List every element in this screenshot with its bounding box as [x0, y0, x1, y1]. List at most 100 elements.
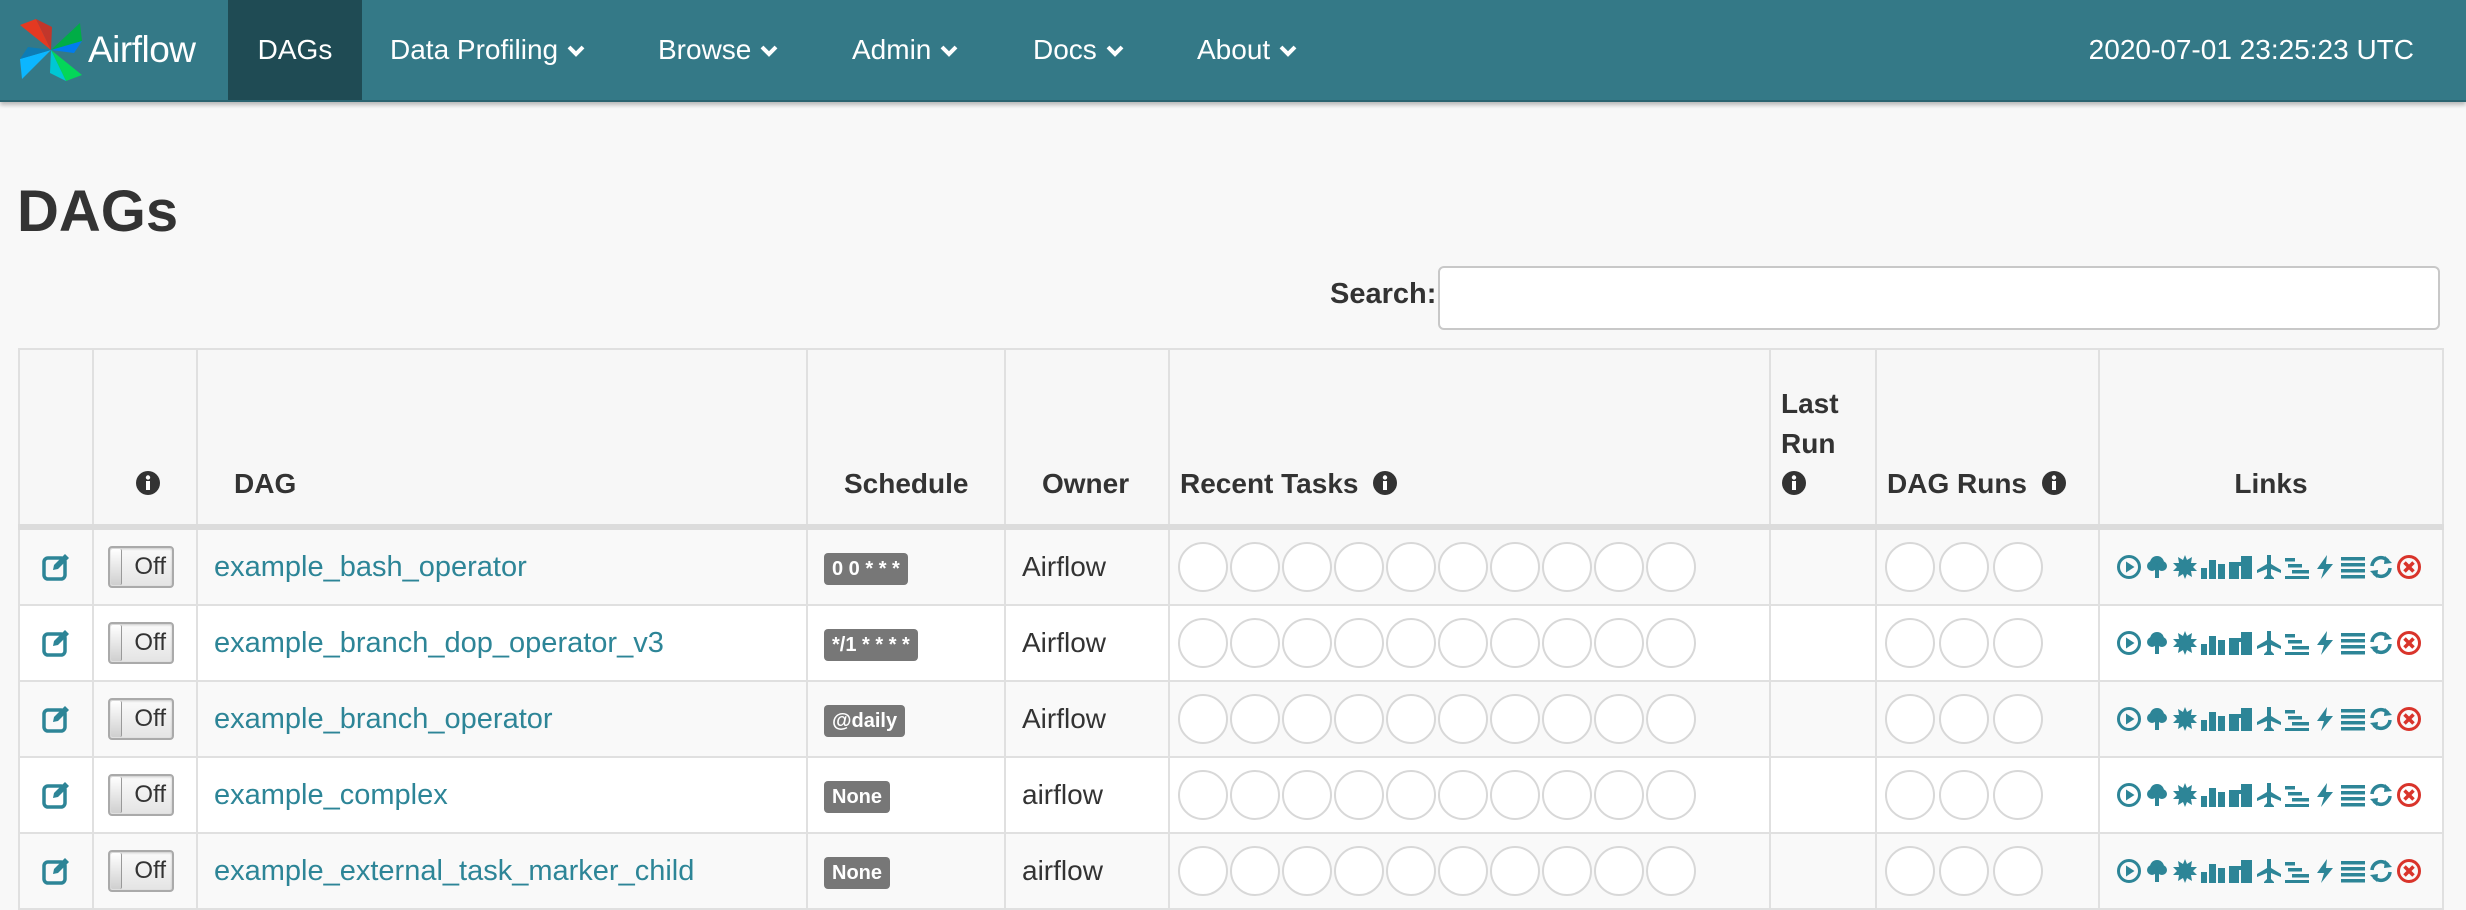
task-tries-icon[interactable]: [2228, 706, 2254, 732]
dag-run-status-circle[interactable]: [1885, 770, 1935, 820]
gantt-icon[interactable]: [2284, 630, 2310, 656]
logs-icon[interactable]: [2340, 706, 2366, 732]
nav-admin[interactable]: Admin: [852, 0, 959, 100]
dag-link[interactable]: example_bash_operator: [198, 551, 527, 583]
task-status-circle[interactable]: [1282, 618, 1332, 668]
task-status-circle[interactable]: [1594, 846, 1644, 896]
schedule-badge[interactable]: None: [824, 780, 890, 813]
task-tries-icon[interactable]: [2228, 782, 2254, 808]
delete-icon[interactable]: [2396, 706, 2422, 732]
schedule-badge[interactable]: None: [824, 856, 890, 889]
task-status-circle[interactable]: [1334, 770, 1384, 820]
nav-dags[interactable]: DAGs: [228, 0, 362, 100]
tree-view-icon[interactable]: [2144, 554, 2170, 580]
task-status-circle[interactable]: [1386, 770, 1436, 820]
task-status-circle[interactable]: [1386, 846, 1436, 896]
gantt-icon[interactable]: [2284, 782, 2310, 808]
task-status-circle[interactable]: [1282, 846, 1332, 896]
task-status-circle[interactable]: [1178, 618, 1228, 668]
dag-run-status-circle[interactable]: [1885, 694, 1935, 744]
graph-view-icon[interactable]: [2172, 706, 2198, 732]
task-status-circle[interactable]: [1542, 694, 1592, 744]
refresh-icon[interactable]: [2368, 706, 2394, 732]
task-status-circle[interactable]: [1438, 846, 1488, 896]
delete-icon[interactable]: [2396, 858, 2422, 884]
task-status-circle[interactable]: [1230, 770, 1280, 820]
task-status-circle[interactable]: [1490, 618, 1540, 668]
task-status-circle[interactable]: [1230, 694, 1280, 744]
logs-icon[interactable]: [2340, 630, 2366, 656]
task-status-circle[interactable]: [1646, 770, 1696, 820]
tasks-duration-icon[interactable]: [2200, 782, 2226, 808]
logs-icon[interactable]: [2340, 554, 2366, 580]
task-status-circle[interactable]: [1438, 542, 1488, 592]
tasks-duration-icon[interactable]: [2200, 706, 2226, 732]
task-tries-icon[interactable]: [2228, 554, 2254, 580]
dag-run-status-circle[interactable]: [1939, 694, 1989, 744]
logs-icon[interactable]: [2340, 858, 2366, 884]
task-status-circle[interactable]: [1646, 618, 1696, 668]
task-status-circle[interactable]: [1438, 694, 1488, 744]
col-dag-header[interactable]: DAG: [196, 348, 808, 530]
task-tries-icon[interactable]: [2228, 630, 2254, 656]
dag-pause-toggle[interactable]: Off: [108, 850, 174, 892]
dag-run-status-circle[interactable]: [1939, 618, 1989, 668]
graph-view-icon[interactable]: [2172, 630, 2198, 656]
schedule-badge[interactable]: @daily: [824, 704, 906, 737]
trigger-dag-icon[interactable]: [2116, 706, 2142, 732]
task-status-circle[interactable]: [1230, 846, 1280, 896]
task-status-circle[interactable]: [1438, 618, 1488, 668]
dag-link[interactable]: example_complex: [198, 779, 448, 811]
task-status-circle[interactable]: [1542, 770, 1592, 820]
dag-pause-toggle[interactable]: Off: [108, 622, 174, 664]
tasks-duration-icon[interactable]: [2200, 554, 2226, 580]
logs-icon[interactable]: [2340, 782, 2366, 808]
dag-pause-toggle[interactable]: Off: [108, 698, 174, 740]
tree-view-icon[interactable]: [2144, 630, 2170, 656]
task-status-circle[interactable]: [1386, 618, 1436, 668]
nav-data-profiling[interactable]: Data Profiling: [390, 0, 586, 100]
info-circle-icon[interactable]: [135, 470, 161, 496]
task-status-circle[interactable]: [1282, 542, 1332, 592]
task-status-circle[interactable]: [1334, 542, 1384, 592]
refresh-icon[interactable]: [2368, 554, 2394, 580]
code-view-icon[interactable]: [2312, 706, 2338, 732]
dag-run-status-circle[interactable]: [1939, 770, 1989, 820]
dag-run-status-circle[interactable]: [1993, 542, 2043, 592]
refresh-icon[interactable]: [2368, 630, 2394, 656]
task-status-circle[interactable]: [1230, 542, 1280, 592]
info-circle-icon[interactable]: [1781, 470, 1807, 496]
code-view-icon[interactable]: [2312, 554, 2338, 580]
landing-times-icon[interactable]: [2256, 630, 2282, 656]
task-status-circle[interactable]: [1490, 542, 1540, 592]
graph-view-icon[interactable]: [2172, 554, 2198, 580]
trigger-dag-icon[interactable]: [2116, 858, 2142, 884]
task-tries-icon[interactable]: [2228, 858, 2254, 884]
dag-run-status-circle[interactable]: [1939, 542, 1989, 592]
task-status-circle[interactable]: [1490, 770, 1540, 820]
edit-icon[interactable]: [41, 780, 71, 810]
info-circle-icon[interactable]: [2041, 470, 2067, 496]
schedule-badge[interactable]: 0 0 * * *: [824, 552, 908, 585]
col-owner-header[interactable]: Owner: [1004, 348, 1170, 530]
nav-docs[interactable]: Docs: [1033, 0, 1125, 100]
tasks-duration-icon[interactable]: [2200, 630, 2226, 656]
task-status-circle[interactable]: [1646, 846, 1696, 896]
dag-run-status-circle[interactable]: [1885, 618, 1935, 668]
landing-times-icon[interactable]: [2256, 858, 2282, 884]
task-status-circle[interactable]: [1178, 694, 1228, 744]
tasks-duration-icon[interactable]: [2200, 858, 2226, 884]
dag-run-status-circle[interactable]: [1993, 846, 2043, 896]
brand[interactable]: Airflow: [16, 16, 196, 84]
landing-times-icon[interactable]: [2256, 706, 2282, 732]
info-circle-icon[interactable]: [1372, 470, 1398, 496]
task-status-circle[interactable]: [1334, 846, 1384, 896]
task-status-circle[interactable]: [1542, 846, 1592, 896]
landing-times-icon[interactable]: [2256, 782, 2282, 808]
edit-icon[interactable]: [41, 552, 71, 582]
task-status-circle[interactable]: [1438, 770, 1488, 820]
dag-run-status-circle[interactable]: [1885, 846, 1935, 896]
task-status-circle[interactable]: [1646, 542, 1696, 592]
dag-run-status-circle[interactable]: [1993, 694, 2043, 744]
task-status-circle[interactable]: [1594, 542, 1644, 592]
